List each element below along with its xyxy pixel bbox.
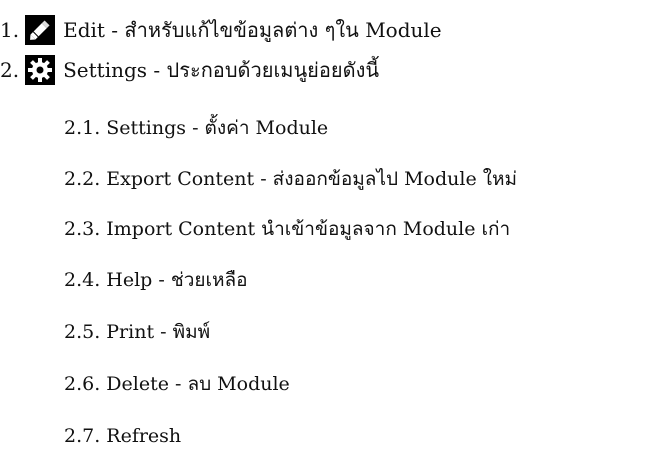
sub-item-help: 2.4. Help - ช่วยเหลือ bbox=[64, 266, 248, 294]
sub-item-number: 2.3. bbox=[64, 218, 101, 240]
sub-item-text: Help - ช่วยเหลือ bbox=[106, 269, 248, 291]
sub-item-number: 2.7. bbox=[64, 425, 101, 447]
sub-item-text: Export Content - ส่งออกข้อมูลไป Module ใ… bbox=[106, 168, 518, 190]
list-item-edit: 1. Edit - สำหรับแก้ไขข้อมูลต่าง ๆใน Modu… bbox=[0, 15, 442, 45]
sub-item-print: 2.5. Print - พิมพ์ bbox=[64, 318, 210, 346]
sub-item-text: Delete - ลบ Module bbox=[106, 373, 290, 395]
module-menu-document: 1. Edit - สำหรับแก้ไขข้อมูลต่าง ๆใน Modu… bbox=[0, 0, 657, 474]
sub-item-number: 2.2. bbox=[64, 168, 101, 190]
sub-item-text: Print - พิมพ์ bbox=[106, 321, 211, 343]
sub-item-import-content: 2.3. Import Content นำเข้าข้อมูลจาก Modu… bbox=[64, 215, 510, 243]
sub-item-text: Import Content นำเข้าข้อมูลจาก Module เก… bbox=[106, 218, 511, 240]
sub-item-text: Settings - ตั้งค่า Module bbox=[106, 117, 329, 139]
gear-icon bbox=[25, 55, 56, 85]
sub-item-number: 2.4. bbox=[64, 269, 101, 291]
pencil-icon bbox=[25, 15, 56, 45]
sub-item-number: 2.1. bbox=[64, 117, 101, 139]
item-number: 1. bbox=[0, 18, 20, 42]
item-text: Edit - สำหรับแก้ไขข้อมูลต่าง ๆใน Module bbox=[63, 18, 442, 42]
sub-item-refresh: 2.7. Refresh bbox=[64, 422, 181, 450]
sub-item-text: Refresh bbox=[106, 425, 182, 447]
sub-item-number: 2.5. bbox=[64, 321, 101, 343]
list-item-settings: 2. Settings - ประกอบด้วยเมนูย่อยดังนี้ bbox=[0, 55, 380, 85]
sub-item-delete: 2.6. Delete - ลบ Module bbox=[64, 370, 290, 398]
item-number: 2. bbox=[0, 58, 20, 82]
sub-item-number: 2.6. bbox=[64, 373, 101, 395]
sub-item-settings: 2.1. Settings - ตั้งค่า Module bbox=[64, 114, 328, 142]
item-text: Settings - ประกอบด้วยเมนูย่อยดังนี้ bbox=[63, 58, 380, 82]
sub-item-export-content: 2.2. Export Content - ส่งออกข้อมูลไป Mod… bbox=[64, 165, 517, 193]
